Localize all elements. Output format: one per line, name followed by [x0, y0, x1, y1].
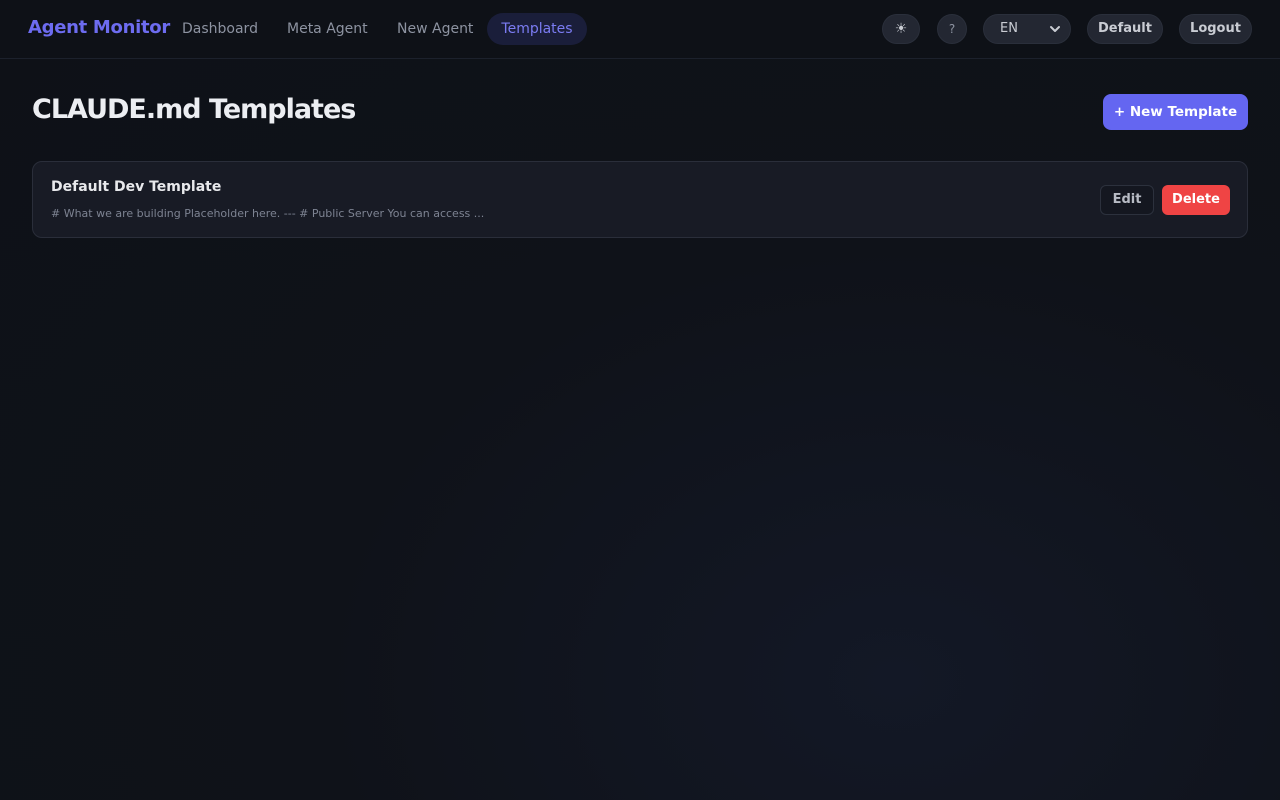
language-select-value: EN [1000, 21, 1018, 36]
chevron-down-icon [1050, 26, 1060, 32]
help-button[interactable]: ? [937, 14, 967, 44]
app-brand-logo[interactable]: Agent Monitor [28, 17, 170, 38]
top-navigation-bar: Agent Monitor Dashboard Meta Agent New A… [0, 0, 1280, 59]
template-preview: # What we are building Placeholder here.… [51, 207, 485, 220]
nav-link-meta-agent[interactable]: Meta Agent [287, 13, 368, 45]
page-title: CLAUDE.md Templates [32, 94, 356, 125]
language-select[interactable]: EN [983, 14, 1071, 44]
nav-link-templates[interactable]: Templates [487, 13, 587, 45]
delete-template-button[interactable]: Delete [1162, 185, 1230, 215]
nav-link-dashboard[interactable]: Dashboard [182, 13, 258, 45]
theme-toggle-button[interactable]: ☀ [882, 14, 920, 44]
edit-template-button[interactable]: Edit [1100, 185, 1154, 215]
template-card: Default Dev Template # What we are build… [32, 161, 1248, 238]
nav-link-new-agent[interactable]: New Agent [397, 13, 473, 45]
logout-button[interactable]: Logout [1179, 14, 1252, 44]
profile-default-button[interactable]: Default [1087, 14, 1163, 44]
help-icon: ? [948, 22, 956, 36]
new-template-button[interactable]: + New Template [1103, 94, 1248, 130]
template-name: Default Dev Template [51, 179, 222, 195]
sun-icon: ☀ [894, 21, 908, 37]
